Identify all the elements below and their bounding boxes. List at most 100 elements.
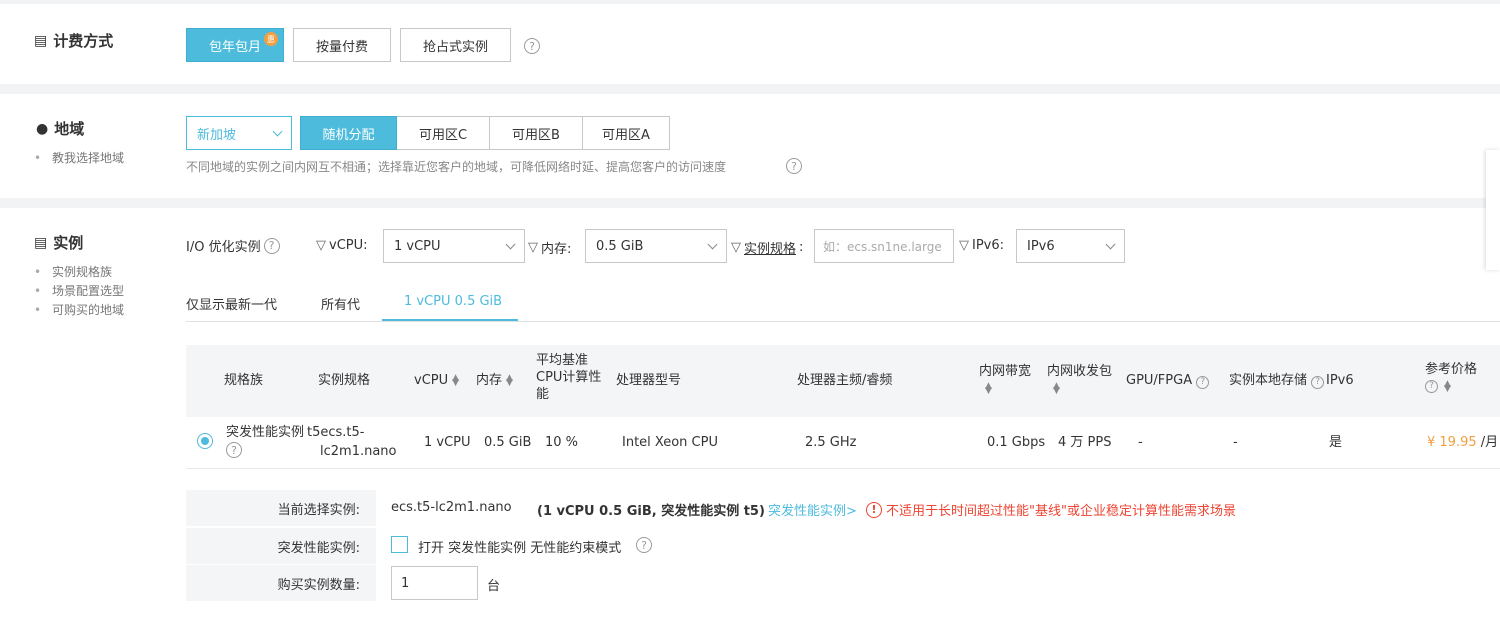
instance-section-title: ▤ 实例 [34,234,84,252]
zone-c[interactable]: 可用区C [396,116,490,150]
filter-icon: ▽ [316,238,326,253]
col-spec: 实例规格 [318,373,371,388]
family-help-icon[interactable]: ? [226,442,242,458]
instance-help-link[interactable]: 场景配置选型 [34,282,124,301]
quantity-unit: 台 [487,579,501,594]
io-help-icon[interactable]: ? [263,237,280,254]
chevron-down-icon [707,239,718,249]
unlimited-help-icon[interactable]: ? [636,537,652,553]
chevron-down-icon [1105,239,1116,249]
cell-bandwidth: 0.1 Gbps [987,435,1046,450]
cell-frequency: 2.5 GHz [805,435,857,450]
vcpu-select[interactable]: 1 vCPU [383,229,525,263]
warning-icon: ! [866,501,882,518]
cell-price: ¥ 19.95 /月 [1427,435,1499,450]
col-frequency: 处理器主频/睿频 [797,373,893,388]
sort-icon[interactable]: ▲ ▼ [1444,379,1451,393]
zone-b[interactable]: 可用区B [489,116,583,150]
row-radio[interactable] [197,433,213,449]
price-help-icon[interactable]: ? [1425,380,1438,393]
current-selection-desc: (1 vCPU 0.5 GiB, 突发性能实例 t5) [537,504,765,519]
filter-icon: ▽ [959,238,969,253]
cell-pps: 4 万 PPS [1058,435,1112,450]
burst-mode-label: 突发性能实例: [186,528,376,564]
region-help-links: 教我选择地域 [34,149,124,168]
cell-cpu-model: Intel Xeon CPU [622,435,718,450]
billing-option-preemptible[interactable]: 抢占式实例 [400,28,511,62]
side-float-panel[interactable] [1486,150,1500,270]
sort-icon[interactable]: ▲ ▼ [985,381,992,395]
cell-spec: t5ecs.t5- lc2m1.nano [307,425,397,459]
cell-baseline: 10 % [545,435,579,450]
memory-select[interactable]: 0.5 GiB [585,229,727,263]
billing-section-title: ▤ 计费方式 [34,32,114,50]
tab-all-generations[interactable]: 所有代 [321,294,360,313]
instance-panel: ▤ 实例 实例规格族 场景配置选型 可购买的地域 I/O 优化实例 ? ▽ vC… [0,208,1500,621]
cell-gpu: - [1138,435,1143,450]
server-icon: ▤ [34,234,48,251]
row-divider [186,468,1500,469]
ipv6-filter-label: ▽ IPv6: [959,238,1005,253]
region-help-icon[interactable]: ? [786,158,802,174]
col-family: 规格族 [224,373,264,388]
chevron-down-icon [505,239,516,249]
cell-local-storage: - [1233,435,1238,450]
cell-memory: 0.5 GiB [484,435,532,450]
unlimited-mode-checkbox[interactable] [391,536,408,553]
instance-help-links: 实例规格族 场景配置选型 可购买的地域 [34,263,124,320]
col-bandwidth[interactable]: 内网带宽 ▲ ▼ [979,363,1031,397]
tab-active-indicator [382,319,518,321]
io-optimized-label: I/O 优化实例 ? [186,236,280,255]
cell-family: 突发性能实例 ? [226,425,305,458]
col-baseline: 平均基准 CPU计算性 能 [536,353,602,402]
col-memory[interactable]: 内存 ▲ ▼ [476,372,513,389]
billing-icon: ▤ [34,32,48,49]
current-selection-label: 当前选择实例: [186,490,376,526]
spec-filter-label: ▽ 实例规格: [731,240,804,257]
discount-badge: 惠 [264,32,278,46]
zone-group: 随机分配 可用区C 可用区B 可用区A [300,116,670,150]
cell-ipv6: 是 [1329,435,1343,450]
col-ipv6: IPv6 [1326,373,1354,388]
location-pin-icon: ● [36,120,49,137]
billing-option-pay-as-you-go[interactable]: 按量付费 [293,28,391,62]
col-cpu-model: 处理器型号 [616,373,682,388]
region-hint: 不同地域的实例之间内网互不相通；选择靠近您客户的地域，可降低网络时延、提高您客户… [186,160,727,174]
region-section-title: ● 地域 [36,120,85,138]
sort-icon[interactable]: ▲ ▼ [1053,381,1060,395]
instance-help-link[interactable]: 实例规格族 [34,263,124,282]
vcpu-filter-label: ▽ vCPU: [316,238,368,253]
quantity-label: 购买实例数量: [186,565,376,601]
filter-icon: ▽ [731,240,741,255]
region-panel: ● 地域 教我选择地域 新加坡 随机分配 可用区C 可用区B 可用区A 不同地域… [0,94,1500,198]
col-gpu: GPU/FPGA ? [1126,372,1210,389]
ipv6-select[interactable]: IPv6 [1016,229,1125,263]
tab-latest-generation[interactable]: 仅显示最新一代 [186,294,277,313]
billing-panel: ▤ 计费方式 包年包月 惠 按量付费 抢占式实例 ? [0,4,1500,84]
spec-input[interactable]: 如：ecs.sn1ne.large [814,229,954,263]
zone-random[interactable]: 随机分配 [300,116,397,150]
burst-instance-link[interactable]: 突发性能实例> [768,500,857,519]
col-price[interactable]: 参考价格 ? ▲ ▼ [1425,361,1477,393]
unlimited-mode-label: 打开 突发性能实例 无性能约束模式 [418,541,622,556]
region-select[interactable]: 新加坡 [186,116,292,150]
quantity-input[interactable]: 1 [391,566,478,600]
chevron-down-icon [272,126,283,136]
col-local-storage: 实例本地存储 ? [1229,372,1325,389]
col-pps[interactable]: 内网收发包 ▲ ▼ [1047,363,1112,397]
billing-help-icon[interactable]: ? [524,38,540,54]
sort-icon[interactable]: ▲ ▼ [452,373,459,387]
zone-a[interactable]: 可用区A [582,116,670,150]
filter-icon: ▽ [528,240,538,255]
instance-help-link[interactable]: 可购买的地域 [34,301,124,320]
memory-filter-label: ▽ 内存: [528,240,572,257]
gpu-help-icon[interactable]: ? [1196,376,1210,389]
tab-selected-config[interactable]: 1 vCPU 0.5 GiB [404,294,502,309]
col-vcpu[interactable]: vCPU ▲ ▼ [414,372,459,389]
region-help-link[interactable]: 教我选择地域 [34,149,124,168]
tabs-divider [186,321,1500,322]
current-selection-value: ecs.t5-lc2m1.nano [391,500,512,515]
cell-vcpu: 1 vCPU [424,435,471,450]
storage-help-icon[interactable]: ? [1311,376,1325,389]
sort-icon[interactable]: ▲ ▼ [506,373,513,387]
